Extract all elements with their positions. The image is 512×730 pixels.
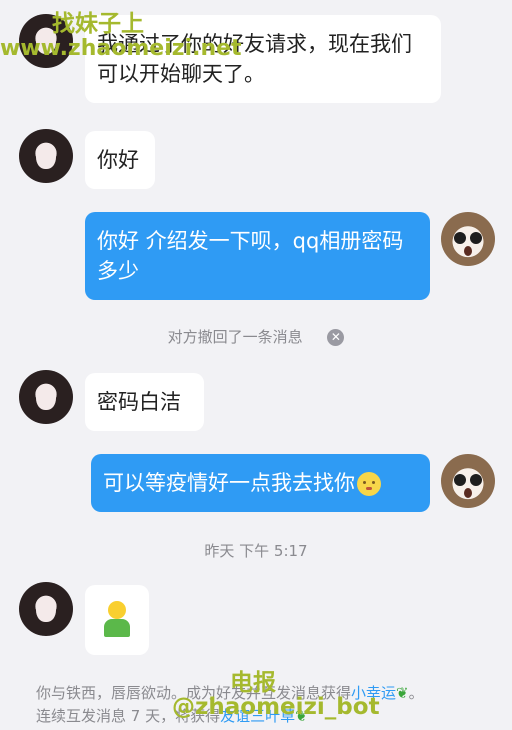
- watermark-bottom-2: @zhaomeizi_bot: [172, 694, 380, 720]
- contact-avatar[interactable]: [19, 370, 73, 424]
- timestamp: 昨天 下午 5:17: [204, 542, 308, 560]
- mouth: [464, 246, 472, 256]
- notice-text: 。: [408, 684, 424, 702]
- pensive-face-emoji-icon: [357, 472, 381, 496]
- sticker-body: [104, 619, 130, 637]
- message-text: 密码白洁: [97, 390, 181, 414]
- eye: [470, 474, 482, 486]
- self-avatar[interactable]: [441, 212, 495, 266]
- close-circle-icon[interactable]: ✕: [327, 329, 345, 346]
- yellow-figure-sticker-icon: [102, 601, 132, 639]
- recall-text: 对方撤回了一条消息: [167, 328, 303, 346]
- message-text: 可以等疫情好一点我去找你: [103, 471, 355, 495]
- self-avatar[interactable]: [441, 454, 495, 508]
- message-bubble[interactable]: 你好: [85, 131, 155, 189]
- watermark-top-2: www.zhaomeizi.net: [0, 36, 242, 61]
- eye: [454, 232, 466, 244]
- mouth: [464, 488, 472, 498]
- sprout-icon: ❦: [396, 684, 409, 702]
- sticker-bubble[interactable]: [85, 585, 149, 655]
- message-bubble[interactable]: 可以等疫情好一点我去找你: [91, 454, 430, 512]
- sticker-head: [108, 601, 126, 619]
- message-bubble[interactable]: 你好 介绍发一下呗，qq相册密码多少: [85, 212, 430, 300]
- eye: [470, 232, 482, 244]
- eye: [454, 474, 466, 486]
- recall-notice: 对方撤回了一条消息 ✕: [0, 326, 512, 347]
- message-bubble[interactable]: 密码白洁: [85, 373, 204, 431]
- contact-avatar[interactable]: [19, 582, 73, 636]
- watermark-top-1: 找妹子上: [52, 11, 144, 37]
- message-text: 你好 介绍发一下呗，qq相册密码多少: [97, 229, 404, 283]
- message-text: 你好: [97, 148, 139, 172]
- contact-avatar[interactable]: [19, 129, 73, 183]
- watermark-bottom-1: 电报: [230, 670, 276, 696]
